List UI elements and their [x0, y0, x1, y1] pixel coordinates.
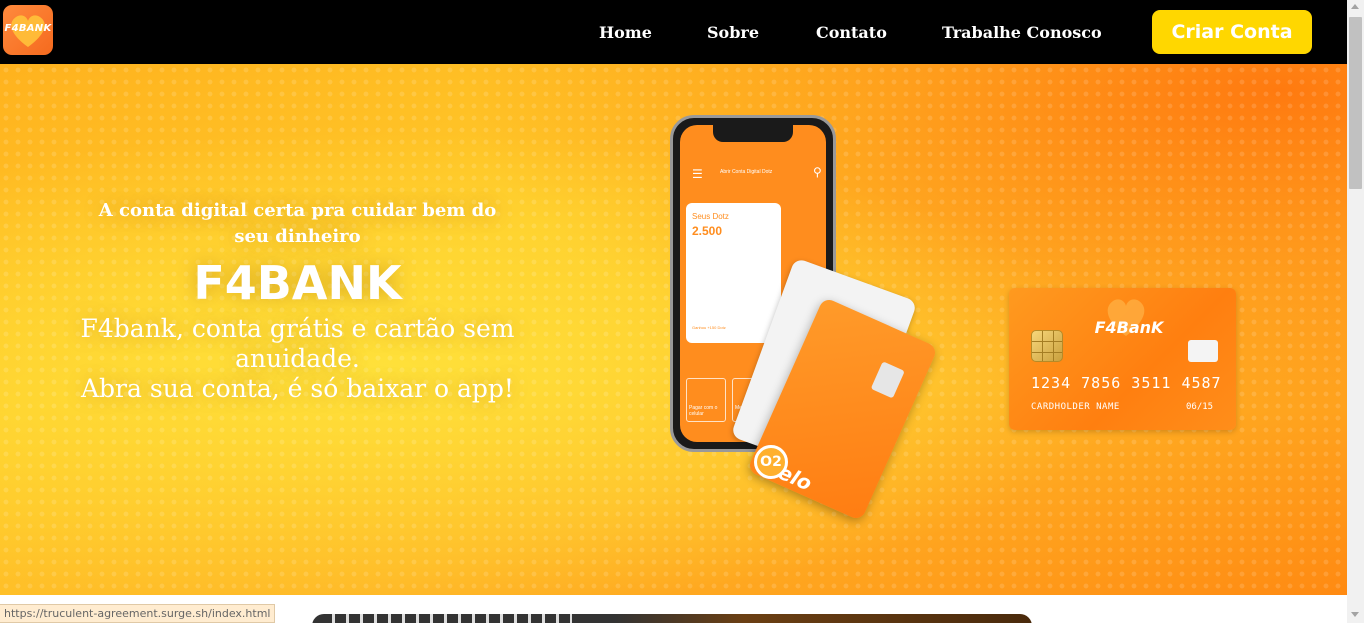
cardholder-name: CARDHOLDER NAME: [1031, 402, 1120, 412]
scroll-down-arrow-icon[interactable]: [1351, 612, 1359, 617]
credit-card: F4BanK 1234 7856 3511 4587 CARDHOLDER NA…: [1009, 288, 1236, 430]
menu-icon: ☰: [692, 167, 703, 181]
contactless-icon: [1188, 340, 1218, 362]
nav-link-contato[interactable]: Contato: [816, 23, 887, 43]
o2-badge: O2: [754, 445, 788, 479]
scroll-up-arrow-icon[interactable]: [1351, 4, 1359, 9]
navbar: F4BANK Home Sobre Contato Trabalhe Conos…: [0, 0, 1347, 64]
brand-logo[interactable]: F4BANK: [3, 5, 53, 55]
create-account-button[interactable]: Criar Conta: [1152, 10, 1312, 54]
next-section-stripes: [332, 614, 572, 623]
hero-brand: F4BANK: [193, 256, 402, 310]
search-icon: ⚲: [813, 165, 822, 179]
scroll-thumb[interactable]: [1349, 17, 1362, 189]
chip-icon: [870, 361, 905, 399]
card-number: 1234 7856 3511 4587: [1031, 374, 1222, 392]
nav-link-trabalhe-conosco[interactable]: Trabalhe Conosco: [942, 23, 1102, 43]
hero-description: F4bank, conta grátis e cartão sem anuida…: [70, 314, 525, 404]
chip-icon: [1031, 330, 1063, 362]
hero-description-line2: Abra sua conta, é só baixar o app!: [81, 374, 514, 403]
dotz-footer: Ganhou +150 Dotz: [692, 325, 726, 330]
card-expiry: 06/15: [1186, 402, 1214, 412]
logo-text: F4BANK: [4, 23, 52, 34]
nav-link-home[interactable]: Home: [599, 23, 652, 43]
vertical-scrollbar[interactable]: [1347, 0, 1364, 623]
hero-text: A conta digital certa pra cuidar bem do …: [70, 198, 525, 404]
dotz-value: 2.500: [692, 224, 723, 238]
hero-tagline: A conta digital certa pra cuidar bem do …: [98, 200, 497, 247]
dotz-label: Seus Dotz: [692, 212, 729, 221]
nav-link-sobre[interactable]: Sobre: [707, 23, 759, 43]
hero-section: A conta digital certa pra cuidar bem do …: [0, 64, 1347, 595]
dotz-card: Seus Dotz 2.500 Ganhou +150 Dotz: [686, 203, 781, 343]
card-brand: F4BanK: [1094, 318, 1164, 337]
phone-notch: [713, 125, 793, 142]
status-bar-url: https://truculent-agreement.surge.sh/ind…: [0, 604, 276, 623]
next-section-image: [312, 614, 1032, 623]
hero-description-line1: F4bank, conta grátis e cartão sem anuida…: [80, 314, 515, 373]
phone-header: Abrir Conta Digital Dotz: [720, 169, 773, 175]
quick-action-pay: Pagar com o celular: [686, 378, 726, 422]
